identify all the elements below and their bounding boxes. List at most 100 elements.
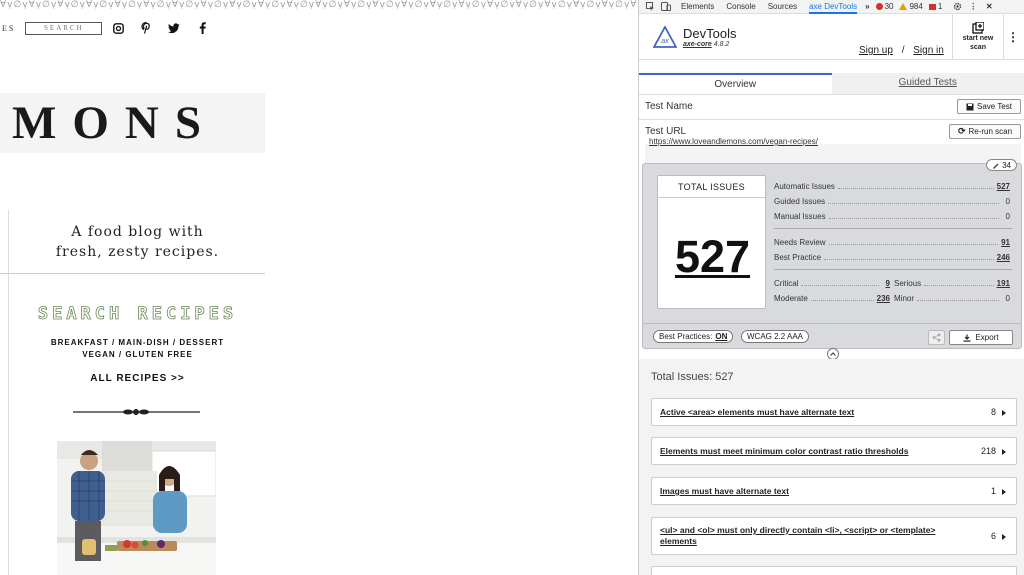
svg-text:ax: ax [661,38,669,45]
stat-minor-label: Minor [894,293,915,303]
test-name-row: Test Name Save Test [639,95,1024,120]
save-test-button[interactable]: Save Test [957,99,1021,114]
stat-manual: Manual Issues 0 [774,210,1010,222]
stat-automatic-value[interactable]: 527 [997,182,1010,191]
twitter-icon[interactable] [168,22,180,34]
settings-gear-icon[interactable] [952,2,962,12]
issue-count: 8 [990,407,996,417]
issue-row[interactable]: Elements must meet minimum color contras… [651,437,1017,465]
recipe-categories: BREAKFAST / MAIN-DISH / DESSERT VEGAN / … [10,337,265,361]
site-logo[interactable]: MONS [12,98,217,148]
website-viewport: ∀ṿ∅ṿ∀ṿ∅ṿ∀ṿ∅ṿ∀ṿ∅ṿ∀ṿ∅ṿ∀ṿ∅ṿ∀ṿ∅ṿ∀ṿ∅ṿ∀ṿ∅ṿ∀ṿ∅ṿ… [0,0,638,575]
devtools-panel: Elements Console Sources axe DevTools » … [638,0,1024,575]
stat-moderate-label: Moderate [774,293,808,303]
more-tabs-chevron-icon[interactable]: » [865,0,869,14]
issue-count: 6 [990,531,996,541]
close-devtools-icon[interactable]: ✕ [984,2,994,12]
test-url-label: Test URL [645,126,687,137]
categories-line1[interactable]: BREAKFAST / MAIN-DISH / DESSERT [10,337,265,349]
tab-axe-devtools[interactable]: axe DevTools [809,0,858,14]
stat-needs-review-value[interactable]: 91 [1001,238,1010,247]
stat-best-practice: Best Practice 246 [774,251,1010,263]
axe-subtabs: Overview Guided Tests [639,73,1024,95]
kitchen-photo-illustration [57,441,216,575]
sign-up-link[interactable]: Sign up [859,45,893,56]
issue-row[interactable]: Images must have alternate text 1 [651,477,1017,505]
inspect-element-icon[interactable] [645,2,655,12]
tagline-line2: fresh, zesty recipes. [55,244,220,260]
social-links [112,22,208,34]
stat-moderate-value[interactable]: 236 [877,294,890,303]
axe-core-link[interactable]: axe-core [683,41,712,48]
device-toolbar-icon[interactable] [661,2,671,12]
stats-separator [774,228,1012,229]
warning-count-value: 984 [909,2,923,11]
tab-elements[interactable]: Elements [681,0,714,14]
stat-automatic-label: Automatic Issues [774,181,835,191]
test-url-link[interactable]: https://www.loveandlemons.com/vegan-reci… [649,137,818,146]
total-issues-heading: Total Issues: 527 [651,371,734,383]
stat-critical-label: Critical [774,278,799,288]
issue-title[interactable]: <ul> and <ol> must only directly contain… [660,525,960,547]
stat-critical: Critical 9 [774,277,890,289]
rerun-scan-button[interactable]: ⟳ Re-run scan [949,124,1021,139]
axe-menu-kebab-icon[interactable]: ⋮ [1007,30,1019,44]
site-topbar: ES SEARCH [0,20,208,36]
issue-row[interactable]: Active <area> elements must have alterna… [651,398,1017,426]
ornament-divider [73,409,200,415]
tab-sources[interactable]: Sources [768,0,797,14]
best-practices-label: Best Practices: [659,332,713,341]
highlight-toggle[interactable]: 34 [986,159,1017,171]
error-count[interactable]: 30 [875,2,893,11]
instagram-icon[interactable] [112,22,124,34]
stat-guided-label: Guided Issues [774,196,826,206]
issue-title[interactable]: Elements must meet minimum color contras… [660,446,960,457]
stat-best-practice-value[interactable]: 246 [997,253,1010,262]
tab-console[interactable]: Console [726,0,755,14]
rerun-scan-label: Re-run scan [968,127,1013,136]
issues-list-area: Total Issues: 527 Active <area> elements… [639,359,1024,575]
stat-serious-value[interactable]: 191 [997,279,1010,288]
stat-critical-value[interactable]: 9 [882,279,890,288]
issues-count[interactable]: 1 [928,2,943,11]
devtools-menu-kebab-icon[interactable]: ⋮ [968,2,978,12]
total-issues-label: TOTAL ISSUES [658,176,765,198]
issue-title[interactable]: Images must have alternate text [660,486,960,497]
export-button[interactable]: Export [949,330,1013,345]
issue-row[interactable]: <ul> and <ol> must only directly contain… [651,517,1017,555]
site-search-input[interactable]: SEARCH [25,21,103,35]
pinterest-icon[interactable] [140,22,152,34]
wcag-standard-chip[interactable]: WCAG 2.2 AAA [741,330,810,343]
total-issues-card: TOTAL ISSUES 527 [657,175,766,309]
share-button[interactable] [928,330,945,345]
new-scan-label-1: start new [962,35,994,42]
issue-row[interactable] [651,566,1017,575]
stat-needs-review-label: Needs Review [774,237,826,247]
issue-title[interactable]: Active <area> elements must have alterna… [660,407,960,418]
stat-moderate: Moderate 236 [774,292,890,304]
tab-guided-tests[interactable]: Guided Tests [831,73,1024,94]
sign-in-link[interactable]: Sign in [913,45,944,56]
facebook-icon[interactable] [196,22,208,34]
export-label: Export [975,333,999,342]
warning-count[interactable]: 984 [899,2,923,11]
axe-core-version-number: 4.8.2 [713,40,730,48]
wcag-label: WCAG 2.2 AAA [747,332,804,341]
best-practices-toggle[interactable]: Best Practices: ON [653,330,734,343]
total-issues-count[interactable]: 527 [658,231,767,283]
stat-serious: Serious 191 [894,277,1010,289]
nav-fragment[interactable]: ES [2,24,15,33]
hero-photo[interactable] [57,441,216,575]
download-icon [963,334,971,342]
categories-line2[interactable]: VEGAN / GLUTEN FREE [10,349,265,361]
issues-count-value: 1 [937,2,943,11]
axe-header: ax DevTools axe-core 4.8.2 Sign up / Sig… [639,14,1024,60]
best-practices-value: ON [715,332,728,341]
stats-separator [774,269,1012,270]
new-scan-icon [972,22,984,34]
stat-serious-label: Serious [894,278,922,288]
test-url-field[interactable] [645,144,1021,163]
all-recipes-link[interactable]: ALL RECIPES >> [10,373,265,384]
tab-overview[interactable]: Overview [639,73,832,94]
start-new-scan-button[interactable]: start new scan [952,14,1004,60]
